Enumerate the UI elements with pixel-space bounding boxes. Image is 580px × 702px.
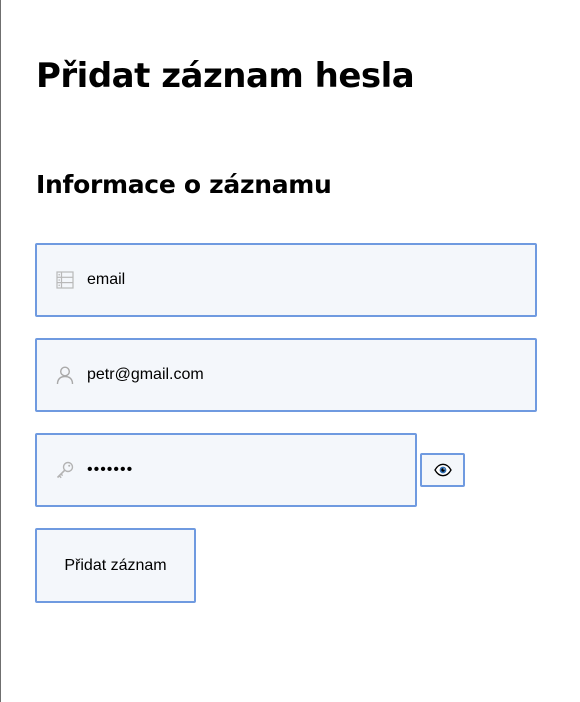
username-field[interactable] (35, 338, 537, 412)
record-type-input[interactable] (87, 267, 515, 293)
list-icon (55, 270, 75, 290)
key-icon (55, 460, 75, 480)
user-icon (55, 365, 75, 385)
window-left-border (0, 0, 1, 702)
password-field[interactable] (35, 433, 417, 507)
page-title: Přidat záznam hesla (36, 56, 415, 96)
username-input[interactable] (87, 362, 515, 388)
section-title: Informace o záznamu (36, 170, 332, 199)
toggle-password-visibility-button[interactable] (420, 453, 465, 487)
eye-icon (434, 463, 452, 477)
password-input[interactable] (87, 457, 395, 483)
add-record-button[interactable]: Přidat záznam (35, 528, 196, 603)
record-type-field[interactable] (35, 243, 537, 317)
